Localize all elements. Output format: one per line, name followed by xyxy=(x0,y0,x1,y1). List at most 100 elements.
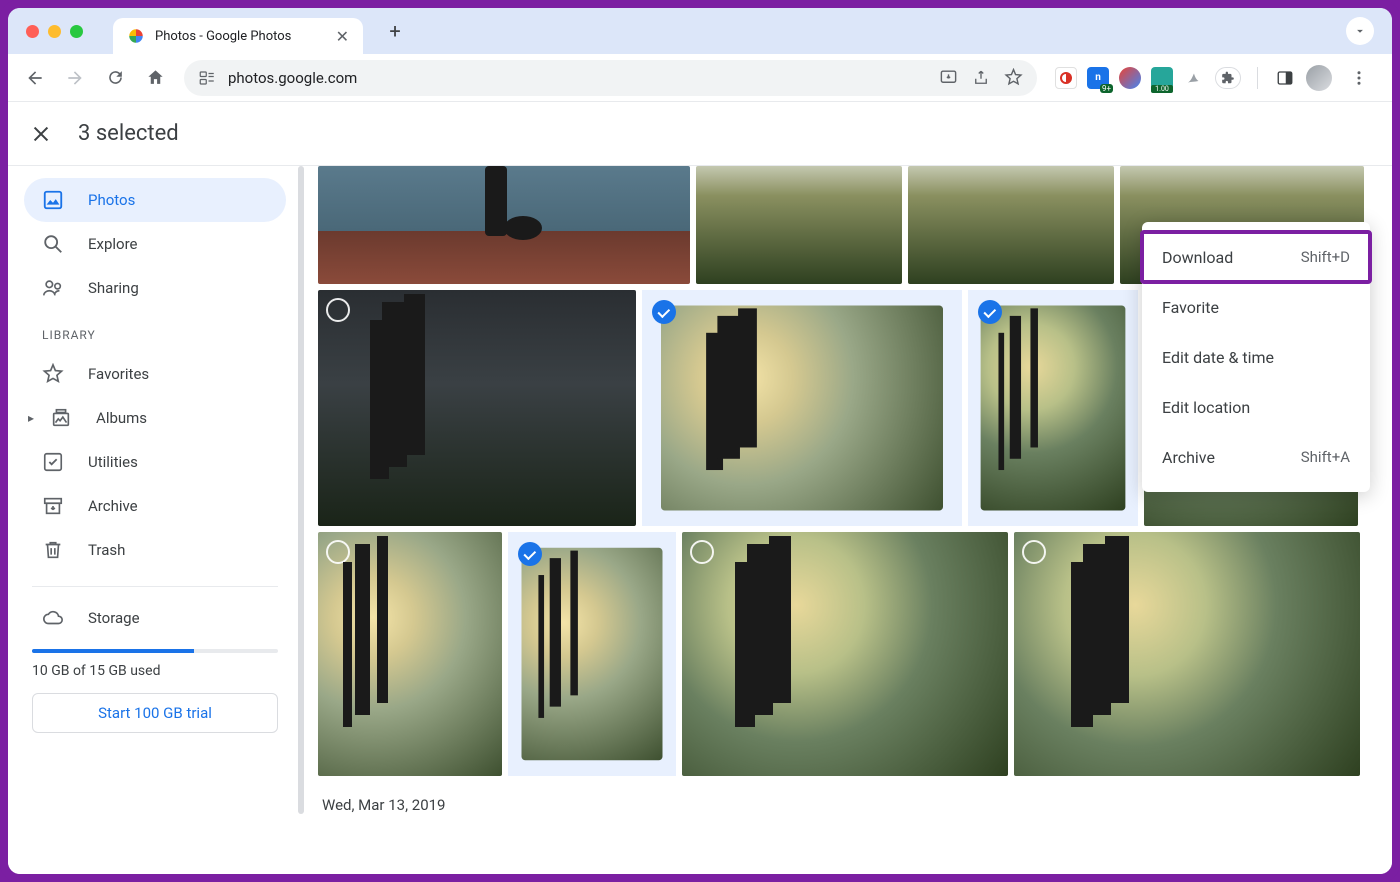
selection-checkbox[interactable] xyxy=(326,540,350,564)
selection-count-text: 3 selected xyxy=(78,121,179,146)
sidebar-label: Sharing xyxy=(88,279,139,297)
sidebar-item-albums[interactable]: ▸ Albums xyxy=(24,396,286,440)
menu-item-favorite[interactable]: Favorite xyxy=(1142,282,1370,332)
selection-checkbox[interactable] xyxy=(326,298,350,322)
menu-label: Favorite xyxy=(1162,298,1219,317)
photo-thumbnail[interactable] xyxy=(318,532,502,776)
context-menu: Download Shift+D Favorite Edit date & ti… xyxy=(1142,222,1370,492)
photo-thumbnail[interactable] xyxy=(522,548,663,760)
nav-forward-button[interactable] xyxy=(58,61,92,95)
selection-checkbox-checked[interactable] xyxy=(978,300,1002,324)
album-icon xyxy=(50,407,72,429)
library-header: LIBRARY xyxy=(24,310,286,352)
selection-checkbox[interactable] xyxy=(690,540,714,564)
bookmark-star-icon[interactable] xyxy=(1004,68,1023,87)
sidebar-item-sharing[interactable]: Sharing xyxy=(24,266,286,310)
extension-icon-4[interactable]: 1.00 xyxy=(1151,67,1173,89)
menu-label: Edit date & time xyxy=(1162,348,1274,367)
tab-close-icon[interactable]: ✕ xyxy=(336,27,349,46)
photo-thumbnail[interactable] xyxy=(696,166,902,284)
photos-icon xyxy=(42,189,64,211)
reload-button[interactable] xyxy=(98,61,132,95)
archive-icon xyxy=(42,495,64,517)
sidebar-item-explore[interactable]: Explore xyxy=(24,222,286,266)
new-tab-button[interactable]: + xyxy=(381,17,409,45)
storage-progress-bar xyxy=(32,649,278,653)
sidebar-label: Utilities xyxy=(88,453,138,471)
profile-avatar[interactable] xyxy=(1306,65,1332,91)
start-trial-button[interactable]: Start 100 GB trial xyxy=(32,693,278,733)
sidebar-label: Explore xyxy=(88,235,138,253)
sidebar: Photos Explore Sharing LIBRARY Favorites… xyxy=(8,166,296,874)
menu-shortcut: Shift+A xyxy=(1301,448,1350,466)
home-button[interactable] xyxy=(138,61,172,95)
selection-checkbox[interactable] xyxy=(1022,540,1046,564)
nav-back-button[interactable] xyxy=(18,61,52,95)
sidebar-label: Trash xyxy=(88,541,125,559)
storage-used-text: 10 GB of 15 GB used xyxy=(24,663,286,693)
photo-thumbnail[interactable] xyxy=(682,532,1008,776)
date-group-label: Wed, Mar 13, 2019 xyxy=(318,782,1380,814)
tab-search-button[interactable] xyxy=(1346,17,1374,45)
sidebar-item-trash[interactable]: Trash xyxy=(24,528,286,572)
window-minimize-button[interactable] xyxy=(48,25,61,38)
browser-tab-strip: Photos - Google Photos ✕ + xyxy=(8,8,1392,54)
sidebar-item-archive[interactable]: Archive xyxy=(24,484,286,528)
window-maximize-button[interactable] xyxy=(70,25,83,38)
sharing-icon xyxy=(42,277,64,299)
clear-selection-button[interactable] xyxy=(30,123,52,145)
extensions-group: n9+ 1.00 xyxy=(1049,61,1382,95)
sidebar-item-favorites[interactable]: Favorites xyxy=(24,352,286,396)
divider xyxy=(32,586,278,587)
photo-thumbnail[interactable] xyxy=(318,166,690,284)
share-icon[interactable] xyxy=(972,69,990,87)
photo-thumbnail[interactable] xyxy=(981,306,1126,511)
extension-icon-2[interactable]: n9+ xyxy=(1087,67,1109,89)
sidebar-label: Albums xyxy=(96,409,147,427)
menu-shortcut: Shift+D xyxy=(1301,248,1350,266)
browser-tab[interactable]: Photos - Google Photos ✕ xyxy=(113,18,363,54)
photo-thumbnail[interactable] xyxy=(661,306,943,511)
window-close-button[interactable] xyxy=(26,25,39,38)
sidebar-label: Favorites xyxy=(88,365,149,383)
side-panel-icon[interactable] xyxy=(1274,67,1296,89)
photo-thumbnail[interactable] xyxy=(1014,532,1360,776)
trash-icon xyxy=(42,539,64,561)
menu-label: Edit location xyxy=(1162,398,1250,417)
site-info-icon[interactable] xyxy=(198,69,216,87)
search-icon xyxy=(42,233,64,255)
storage-label: Storage xyxy=(88,609,140,627)
sidebar-label: Archive xyxy=(88,497,138,515)
menu-item-download[interactable]: Download Shift+D xyxy=(1142,232,1370,282)
address-bar[interactable]: photos.google.com xyxy=(184,60,1037,96)
chrome-menu-icon[interactable] xyxy=(1342,61,1376,95)
selection-checkbox-checked[interactable] xyxy=(652,300,676,324)
expand-caret-icon: ▸ xyxy=(28,411,34,425)
star-icon xyxy=(42,363,64,385)
menu-label: Archive xyxy=(1162,448,1215,467)
scrollbar[interactable] xyxy=(296,166,304,874)
extension-icon-3[interactable] xyxy=(1119,67,1141,89)
menu-item-edit-location[interactable]: Edit location xyxy=(1142,382,1370,432)
selection-checkbox-checked[interactable] xyxy=(518,542,542,566)
window-controls xyxy=(18,25,83,38)
photo-thumbnail[interactable] xyxy=(318,290,636,526)
browser-toolbar: photos.google.com n9+ 1.00 xyxy=(8,54,1392,102)
menu-item-edit-date[interactable]: Edit date & time xyxy=(1142,332,1370,382)
install-app-icon[interactable] xyxy=(939,68,958,87)
google-photos-favicon-icon xyxy=(127,27,145,45)
sidebar-item-utilities[interactable]: Utilities xyxy=(24,440,286,484)
sidebar-item-storage[interactable]: Storage xyxy=(24,601,286,635)
extension-icon-5[interactable] xyxy=(1183,67,1205,89)
menu-item-archive[interactable]: Archive Shift+A xyxy=(1142,432,1370,482)
extension-icon-1[interactable] xyxy=(1055,67,1077,89)
url-text: photos.google.com xyxy=(228,69,357,87)
photo-thumbnail[interactable] xyxy=(908,166,1114,284)
extensions-puzzle-icon[interactable] xyxy=(1215,67,1241,89)
cloud-icon xyxy=(42,607,64,629)
menu-label: Download xyxy=(1162,248,1233,267)
utilities-icon xyxy=(42,451,64,473)
sidebar-item-photos[interactable]: Photos xyxy=(24,178,286,222)
sidebar-label: Photos xyxy=(88,191,135,209)
selection-toolbar: 3 selected xyxy=(8,102,1392,166)
